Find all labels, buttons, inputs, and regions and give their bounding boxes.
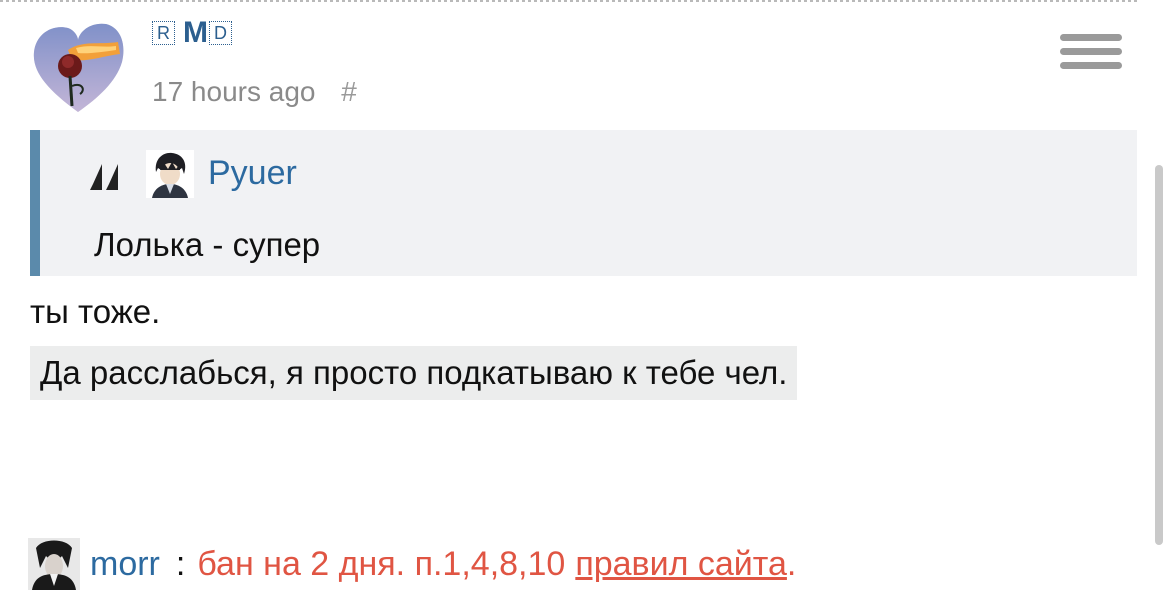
separator-colon: : xyxy=(175,544,186,583)
moderator-username[interactable]: morr xyxy=(90,545,160,584)
badge-m-letter: M xyxy=(183,16,208,49)
quote-username[interactable]: Pyuer xyxy=(208,154,297,193)
moderation-notice: morr : бан на 2 дня. п.1,4,8,10 правил с… xyxy=(28,538,796,590)
post-permalink[interactable]: # xyxy=(341,76,357,107)
quote-block: Pyuer Лолька - супер xyxy=(30,130,1137,276)
menu-bar-icon xyxy=(1060,34,1122,41)
post-meta: 17 hours ago # xyxy=(152,76,357,108)
badge-d: D xyxy=(209,21,232,45)
user-badges: R M D xyxy=(152,18,232,48)
quote-icon xyxy=(90,164,118,190)
highlighted-text: Да расслабься, я просто подкатываю к теб… xyxy=(30,346,798,400)
ban-period: . xyxy=(786,544,797,583)
quote-text: Лолька - супер xyxy=(94,226,321,263)
site-rules-link[interactable]: правил сайта xyxy=(575,545,787,584)
scrollbar[interactable] xyxy=(1155,165,1163,545)
menu-button[interactable] xyxy=(1060,34,1124,69)
menu-bar-icon xyxy=(1060,62,1122,69)
badge-md[interactable]: M D xyxy=(183,18,232,48)
menu-bar-icon xyxy=(1060,48,1122,55)
ban-text: бан на 2 дня. п.1,4,8,10 xyxy=(197,544,566,583)
user-avatar[interactable] xyxy=(28,20,128,118)
top-dotted-divider xyxy=(0,0,1140,3)
quote-user-avatar[interactable] xyxy=(146,150,194,198)
moderator-avatar[interactable] xyxy=(28,538,80,590)
badge-r[interactable]: R xyxy=(152,21,175,45)
post-time[interactable]: 17 hours ago xyxy=(152,76,315,107)
reply-text: ты тоже. xyxy=(30,293,161,330)
